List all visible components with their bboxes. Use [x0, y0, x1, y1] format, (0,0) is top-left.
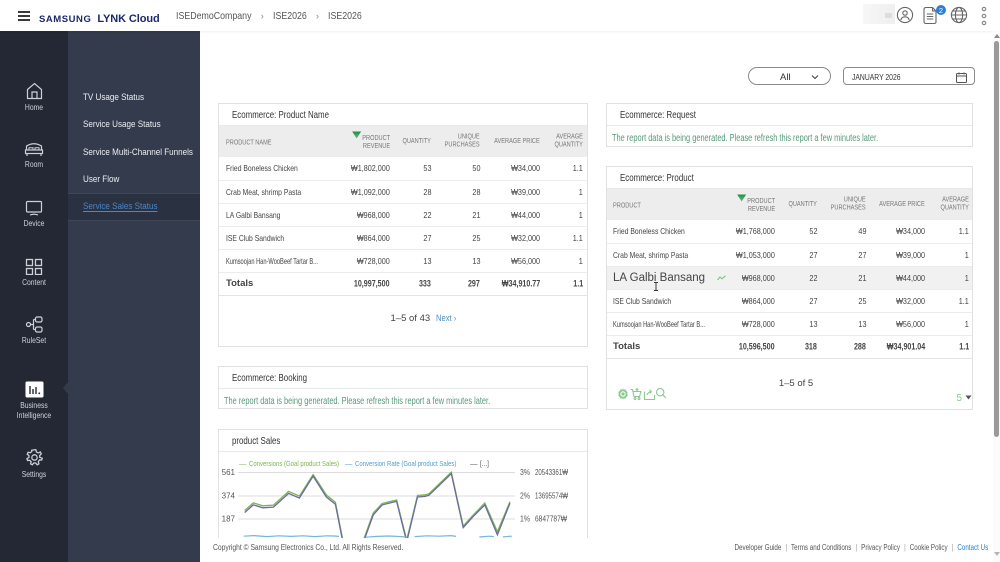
- svg-text:3%: 3%: [520, 468, 530, 477]
- svg-text:1%: 1%: [520, 515, 530, 524]
- svg-text:561: 561: [222, 468, 236, 477]
- svg-text:6847787₩: 6847787₩: [535, 515, 567, 524]
- svg-text:13695574₩: 13695574₩: [535, 492, 568, 501]
- svg-text:20543361₩: 20543361₩: [535, 468, 568, 477]
- svg-text:2: 2: [939, 6, 943, 15]
- svg-text:2%: 2%: [520, 492, 530, 501]
- svg-text:187: 187: [222, 515, 236, 524]
- svg-text:374: 374: [222, 492, 236, 501]
